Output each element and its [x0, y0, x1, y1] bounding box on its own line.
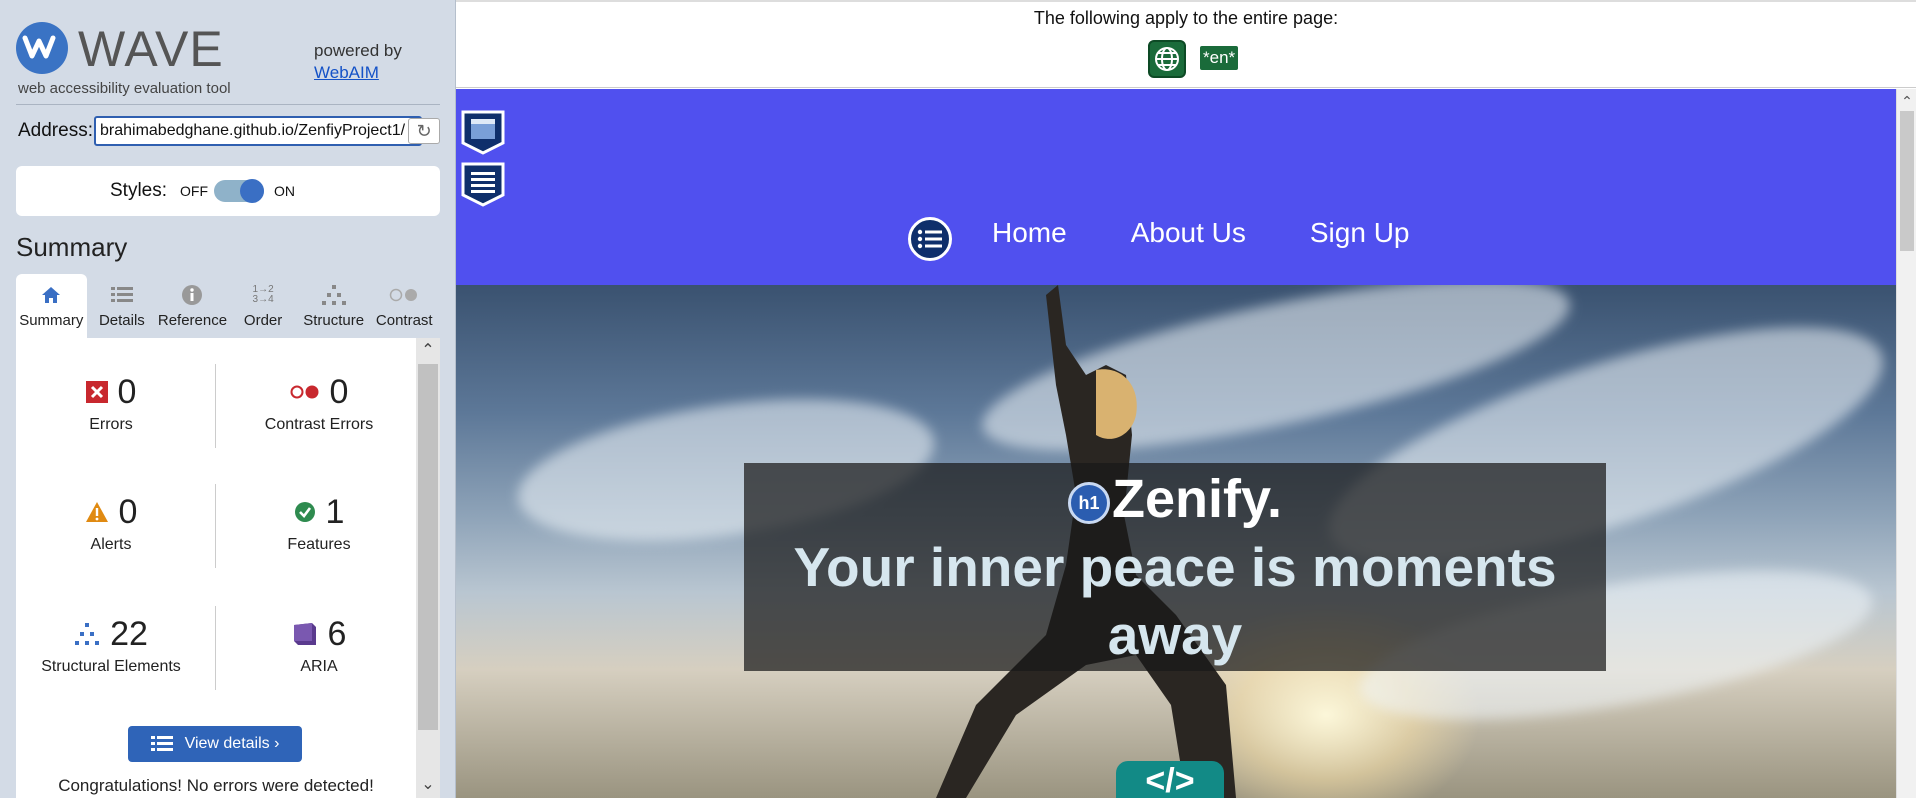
page-level-notice: The following apply to the entire page: … [456, 0, 1916, 88]
aria-landmark-icon[interactable] [460, 109, 506, 155]
hero-caption: h1 Zenify. Your inner peace is moments aw… [744, 463, 1606, 671]
refresh-button[interactable]: ↻ [408, 118, 440, 144]
wave-logo-icon [16, 22, 68, 74]
webaim-link[interactable]: WebAIM [314, 62, 402, 84]
scroll-down-icon[interactable]: ⌄ [416, 774, 440, 796]
tab-order[interactable]: 1→2 3→4 Order [227, 274, 299, 338]
page-preview: Home About Us Sign Up h1 Zenify. Your inn… [456, 89, 1896, 798]
tab-label: Details [98, 312, 145, 329]
nav-link-about-us[interactable]: About Us [1131, 217, 1246, 249]
tab-label: Structure [303, 312, 365, 329]
h1-heading-icon[interactable]: h1 [1067, 481, 1110, 524]
stat-errors[interactable]: 0 Errors [16, 372, 206, 434]
stat-alerts[interactable]: 0 Alerts [16, 492, 206, 554]
tab-structure[interactable]: Structure [298, 274, 369, 338]
styles-toggle-panel: Styles: OFF ON [16, 166, 440, 216]
divider [215, 364, 216, 448]
structure-icon [298, 282, 369, 308]
view-details-label: View details › [184, 735, 280, 752]
wave-wordmark: WAVE [78, 21, 224, 77]
scroll-up-icon[interactable]: ⌃ [1897, 93, 1916, 110]
tab-label: Reference [157, 312, 228, 329]
alerts-label: Alerts [90, 536, 132, 553]
hero-title: h1 Zenify. [744, 465, 1606, 533]
view-details-button[interactable]: View details › [128, 726, 302, 762]
powered-by-text: powered by [314, 41, 402, 60]
features-count: 1 [325, 492, 345, 531]
scrollbar-thumb[interactable] [418, 364, 438, 730]
tab-contrast[interactable]: Contrast [368, 274, 440, 338]
summary-heading: Summary [16, 232, 128, 262]
alerts-count: 0 [118, 492, 138, 531]
tab-summary[interactable]: Summary [16, 274, 87, 338]
scrollbar-thumb[interactable] [1900, 111, 1914, 251]
features-label: Features [287, 536, 351, 553]
feature-icon [294, 502, 315, 522]
error-icon [85, 381, 108, 403]
refresh-icon: ↻ [416, 120, 432, 141]
aria-icon [293, 623, 316, 645]
nav-link-sign-up[interactable]: Sign Up [1310, 217, 1410, 249]
address-bar: Address: ↻ [16, 116, 440, 146]
divider [215, 606, 216, 690]
wave-tagline: web accessibility evaluation tool [18, 80, 231, 97]
structural-label: Structural Elements [41, 658, 181, 675]
language-badge[interactable]: *en* [1200, 46, 1239, 70]
structural-count: 22 [110, 614, 148, 653]
aria-label: ARIA [300, 658, 338, 675]
scroll-up-icon[interactable]: ⌃ [416, 340, 440, 362]
tab-label: Order [243, 312, 283, 329]
summary-content: 0 Errors 0 Contrast Errors 0 Alerts 1 Fe… [16, 338, 440, 798]
styles-toggle[interactable] [214, 179, 264, 203]
contrast-errors-label: Contrast Errors [264, 416, 374, 433]
home-icon [16, 282, 87, 308]
stat-structural[interactable]: 22 Structural Elements [16, 614, 206, 676]
list-icon [87, 282, 158, 308]
contrast-errors-count: 0 [329, 372, 349, 411]
tab-reference[interactable]: Reference [157, 274, 228, 338]
structure-icon [75, 623, 100, 645]
styles-label: Styles: [110, 180, 168, 201]
address-label: Address: [18, 120, 93, 141]
code-icon[interactable]: </> [1116, 761, 1224, 798]
aria-count: 6 [327, 614, 347, 653]
tab-details[interactable]: Details [86, 274, 158, 338]
contrast-icon [369, 282, 440, 308]
wave-brand: WAVE web accessibility evaluation tool p… [16, 22, 446, 102]
styles-on-label: ON [274, 183, 295, 199]
site-header: Home About Us Sign Up [456, 89, 1896, 285]
list-icon [150, 736, 173, 751]
wave-sidebar: WAVE web accessibility evaluation tool p… [0, 0, 456, 798]
navigation-landmark-icon[interactable] [460, 161, 506, 207]
styles-off-label: OFF [180, 183, 208, 199]
errors-count: 0 [117, 372, 137, 411]
preview-scrollbar[interactable]: ⌃ [1896, 89, 1916, 798]
language-globe-icon[interactable] [1148, 40, 1186, 78]
list-structure-icon[interactable] [908, 217, 952, 261]
site-nav-links: Home About Us Sign Up [992, 217, 1410, 249]
tab-label: Summary [19, 312, 84, 329]
address-input[interactable] [94, 116, 422, 146]
stat-contrast-errors[interactable]: 0 Contrast Errors [224, 372, 414, 434]
summary-scrollbar[interactable]: ⌃ ⌄ [416, 338, 440, 798]
hero-image: h1 Zenify. Your inner peace is moments aw… [456, 285, 1896, 798]
alert-icon [85, 502, 108, 522]
hero-title-text: Zenify. [1111, 469, 1282, 529]
powered-by: powered by WebAIM [314, 40, 402, 84]
order-icon: 1→2 3→4 [252, 284, 274, 305]
errors-label: Errors [89, 416, 133, 433]
info-icon [157, 282, 228, 308]
tab-label: Contrast [375, 312, 433, 329]
panel-tabs: Summary Details Reference 1→2 3→4 Order S… [16, 274, 440, 338]
contrast-error-icon [290, 385, 319, 399]
nav-link-home[interactable]: Home [992, 217, 1067, 249]
stat-aria[interactable]: 6 ARIA [224, 614, 414, 676]
stat-features[interactable]: 1 Features [224, 492, 414, 554]
divider [215, 484, 216, 568]
divider [16, 104, 440, 105]
congrats-message: Congratulations! No errors were detected… [58, 776, 374, 795]
toggle-knob [240, 179, 264, 203]
page-notice-text: The following apply to the entire page: [1033, 8, 1339, 28]
hero-subtitle: Your inner peace is moments away [793, 536, 1557, 666]
